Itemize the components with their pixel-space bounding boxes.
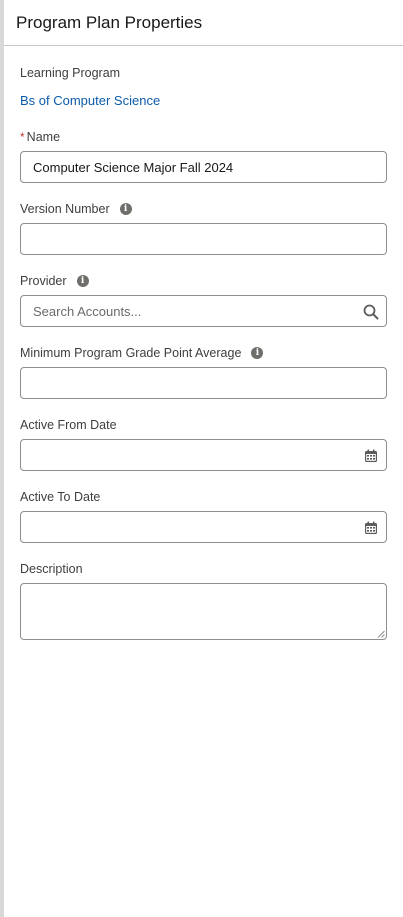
- version-number-input[interactable]: [20, 223, 387, 255]
- program-plan-properties-panel: Program Plan Properties Learning Program…: [0, 0, 403, 917]
- active-to-date-label: Active To Date: [20, 490, 101, 504]
- name-label-row: * Name: [20, 129, 387, 145]
- info-icon[interactable]: i: [76, 275, 89, 287]
- active-to-date-input[interactable]: [20, 511, 387, 543]
- name-input[interactable]: Computer Science Major Fall 2024: [20, 151, 387, 183]
- resize-grip-icon[interactable]: [377, 630, 385, 638]
- learning-program-field: Learning Program Bs of Computer Science: [20, 65, 387, 110]
- name-field: * Name Computer Science Major Fall 2024: [20, 129, 387, 183]
- active-from-date-input[interactable]: [20, 439, 387, 471]
- description-label: Description: [20, 562, 83, 576]
- active-from-date-field: Active From Date: [20, 417, 387, 471]
- version-number-label: Version Number: [20, 202, 110, 216]
- name-label: Name: [26, 130, 61, 144]
- calendar-icon[interactable]: [362, 519, 380, 537]
- min-gpa-field: Minimum Program Grade Point Average i: [20, 345, 387, 399]
- info-icon[interactable]: i: [119, 203, 132, 215]
- min-gpa-label-row: Minimum Program Grade Point Average i: [20, 345, 387, 361]
- description-field: Description: [20, 561, 387, 640]
- min-gpa-input[interactable]: [20, 367, 387, 399]
- version-number-field: Version Number i: [20, 201, 387, 255]
- search-icon[interactable]: [362, 303, 380, 321]
- calendar-icon[interactable]: [362, 447, 380, 465]
- provider-search-placeholder: Search Accounts...: [33, 303, 142, 319]
- provider-label: Provider: [20, 274, 67, 288]
- learning-program-link[interactable]: Bs of Computer Science: [20, 93, 160, 108]
- min-gpa-label: Minimum Program Grade Point Average: [20, 346, 242, 360]
- active-to-date-field: Active To Date: [20, 489, 387, 543]
- version-number-label-row: Version Number i: [20, 201, 387, 217]
- panel-title: Program Plan Properties: [4, 0, 403, 46]
- description-textarea[interactable]: [20, 583, 387, 640]
- required-indicator: *: [20, 130, 25, 144]
- learning-program-label: Learning Program: [20, 66, 121, 80]
- provider-search-input[interactable]: Search Accounts...: [20, 295, 387, 327]
- provider-field: Provider i Search Accounts...: [20, 273, 387, 327]
- active-from-date-label: Active From Date: [20, 418, 117, 432]
- info-icon[interactable]: i: [251, 347, 264, 359]
- name-input-value: Computer Science Major Fall 2024: [33, 159, 234, 175]
- provider-label-row: Provider i: [20, 273, 387, 289]
